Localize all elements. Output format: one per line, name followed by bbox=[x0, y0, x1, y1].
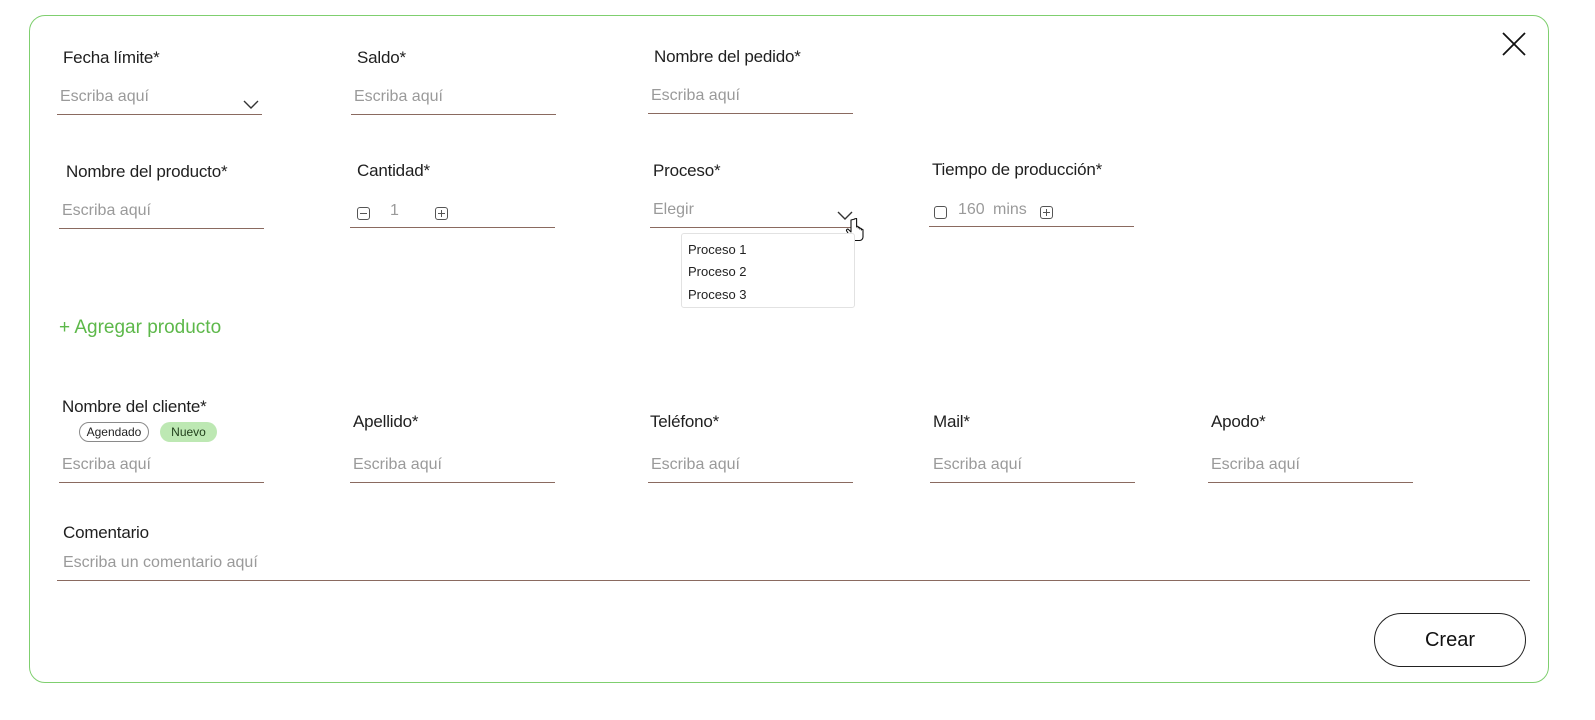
minus-square-icon[interactable] bbox=[934, 206, 947, 219]
comment-placeholder: Escriba un comentario aquí bbox=[63, 554, 258, 571]
product-name-field[interactable]: Escriba aquí bbox=[59, 199, 264, 229]
minus-square-icon[interactable] bbox=[357, 207, 370, 220]
production-time-value: 160 bbox=[958, 201, 985, 218]
phone-field[interactable]: Escriba aquí bbox=[648, 453, 853, 483]
create-button[interactable]: Crear bbox=[1374, 613, 1526, 667]
product-name-label: Nombre del producto* bbox=[66, 162, 228, 181]
scheduled-chip[interactable]: Agendado bbox=[79, 422, 149, 442]
balance-placeholder: Escriba aquí bbox=[354, 88, 443, 105]
client-name-label: Nombre del cliente* bbox=[62, 397, 207, 416]
plus-square-icon[interactable] bbox=[1040, 206, 1053, 219]
balance-field[interactable]: Escriba aquí bbox=[351, 85, 556, 115]
phone-placeholder: Escriba aquí bbox=[651, 456, 740, 473]
create-order-modal bbox=[29, 15, 1549, 683]
production-time-unit: mins bbox=[993, 201, 1027, 218]
process-option[interactable]: Proceso 2 bbox=[688, 264, 747, 279]
mail-field[interactable]: Escriba aquí bbox=[930, 453, 1135, 483]
last-name-label: Apellido* bbox=[353, 412, 419, 431]
client-name-placeholder: Escriba aquí bbox=[62, 456, 151, 473]
production-time-stepper[interactable]: 160 mins bbox=[929, 197, 1134, 227]
mail-placeholder: Escriba aquí bbox=[933, 456, 1022, 473]
quantity-label: Cantidad* bbox=[357, 161, 430, 180]
process-option[interactable]: Proceso 1 bbox=[688, 242, 747, 257]
quantity-value: 1 bbox=[390, 202, 399, 219]
mail-label: Mail* bbox=[933, 412, 970, 431]
process-placeholder: Elegir bbox=[653, 201, 694, 218]
process-label: Proceso* bbox=[653, 161, 721, 180]
comment-field[interactable]: Escriba un comentario aquí bbox=[57, 551, 1530, 581]
nickname-field[interactable]: Escriba aquí bbox=[1208, 453, 1413, 483]
chevron-down-icon[interactable] bbox=[243, 100, 259, 110]
order-name-label: Nombre del pedido* bbox=[654, 47, 801, 66]
order-name-field[interactable]: Escriba aquí bbox=[648, 84, 853, 114]
nickname-label: Apodo* bbox=[1211, 412, 1266, 431]
comment-label: Comentario bbox=[63, 523, 149, 542]
deadline-placeholder: Escriba aquí bbox=[60, 88, 149, 105]
process-select[interactable]: Elegir bbox=[650, 198, 855, 228]
production-time-label: Tiempo de producción* bbox=[932, 160, 1102, 179]
new-chip[interactable]: Nuevo bbox=[160, 422, 217, 442]
add-product-link[interactable]: + Agregar producto bbox=[59, 317, 221, 339]
client-name-field[interactable]: Escriba aquí bbox=[59, 453, 264, 483]
phone-label: Teléfono* bbox=[650, 412, 720, 431]
balance-label: Saldo* bbox=[357, 48, 406, 67]
process-option[interactable]: Proceso 3 bbox=[688, 287, 747, 302]
last-name-placeholder: Escriba aquí bbox=[353, 456, 442, 473]
last-name-field[interactable]: Escriba aquí bbox=[350, 453, 555, 483]
order-name-placeholder: Escriba aquí bbox=[651, 87, 740, 104]
deadline-label: Fecha límite* bbox=[63, 48, 160, 67]
plus-square-icon[interactable] bbox=[435, 207, 448, 220]
deadline-field[interactable]: Escriba aquí bbox=[57, 85, 262, 115]
close-icon[interactable] bbox=[1501, 31, 1527, 57]
quantity-stepper[interactable]: 1 bbox=[350, 198, 555, 228]
product-name-placeholder: Escriba aquí bbox=[62, 202, 151, 219]
process-dropdown: Proceso 1 Proceso 2 Proceso 3 bbox=[681, 233, 855, 308]
nickname-placeholder: Escriba aquí bbox=[1211, 456, 1300, 473]
